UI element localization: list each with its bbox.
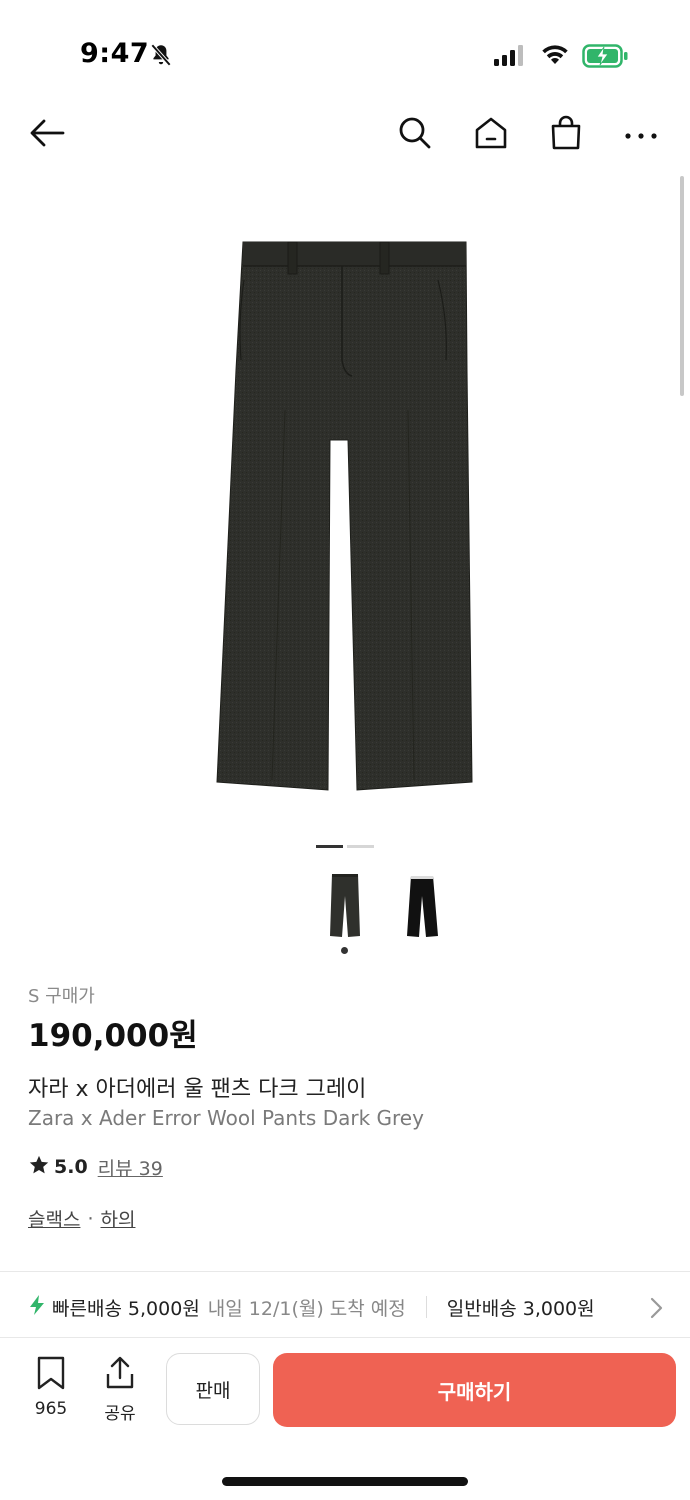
- category-separator: ·: [87, 1207, 94, 1230]
- chevron-right-icon[interactable]: [648, 1296, 664, 1324]
- share-icon: [104, 1356, 136, 1395]
- bookmark-icon: [35, 1356, 67, 1395]
- wifi-icon: [540, 42, 570, 70]
- share-label: 공유: [104, 1404, 136, 1424]
- product-image-carousel[interactable]: [0, 170, 690, 830]
- carousel-indicator-active: [316, 845, 343, 848]
- fast-delivery-eta: 내일 12/1(월) 도착 예정: [207, 1297, 406, 1320]
- product-name-korean: 자라 x 아더에러 울 팬츠 다크 그레이: [28, 1077, 367, 1102]
- battery-charging-icon: [582, 43, 630, 73]
- home-icon: [473, 115, 509, 155]
- bell-muted-icon: [148, 42, 174, 72]
- more-button[interactable]: [616, 110, 666, 160]
- sell-button[interactable]: 판매: [166, 1353, 260, 1425]
- shopping-bag-icon: [548, 115, 584, 155]
- rating-row: 5.0 리뷰 39: [28, 1153, 163, 1181]
- home-indicator[interactable]: [222, 1477, 468, 1486]
- product-name-english: Zara x Ader Error Wool Pants Dark Grey: [28, 1106, 424, 1130]
- category-link-slacks[interactable]: 슬랙스: [28, 1205, 80, 1232]
- bookmark-count: 965: [34, 1399, 68, 1419]
- cart-button[interactable]: [541, 110, 591, 160]
- divider: [0, 1337, 690, 1338]
- more-horizontal-icon: [624, 126, 658, 145]
- product-image-pants: [216, 241, 473, 791]
- bookmark-button[interactable]: 965: [28, 1356, 74, 1419]
- selected-thumbnail-dot: [341, 947, 348, 954]
- thumbnail-black[interactable]: [398, 870, 448, 945]
- page-scrollbar[interactable]: [680, 176, 684, 396]
- home-button[interactable]: [466, 110, 516, 160]
- fast-delivery-label: 빠른배송: [52, 1297, 122, 1320]
- normal-delivery-label: 일반배송 3,000원: [446, 1297, 595, 1320]
- search-icon: [397, 115, 433, 155]
- back-button[interactable]: [22, 110, 72, 160]
- buy-button[interactable]: 구매하기: [273, 1353, 676, 1427]
- price: 190,000원: [28, 1018, 198, 1054]
- rating-score: 5.0: [54, 1156, 88, 1178]
- search-button[interactable]: [390, 110, 440, 160]
- category-breadcrumb: 슬랙스 · 하의: [28, 1205, 135, 1232]
- delivery-options-row[interactable]: 빠른배송 5,000원 내일 12/1(월) 도착 예정 일반배송 3,000원: [28, 1293, 595, 1321]
- signal-icon: [494, 44, 526, 70]
- delivery-separator: [425, 1296, 427, 1318]
- divider: [0, 1271, 690, 1272]
- size-price-label: S 구매가: [28, 986, 95, 1007]
- category-link-bottoms[interactable]: 하의: [101, 1205, 136, 1232]
- review-link[interactable]: 리뷰 39: [98, 1154, 163, 1181]
- fast-delivery-fee: 5,000원: [127, 1297, 200, 1320]
- lightning-icon: [28, 1294, 46, 1321]
- status-time: 9:47: [80, 38, 150, 69]
- share-button[interactable]: 공유: [98, 1356, 142, 1424]
- thumbnail-dark-grey[interactable]: [320, 870, 370, 945]
- star-icon: [28, 1154, 50, 1181]
- carousel-indicator: [347, 845, 374, 848]
- arrow-left-icon: [27, 117, 67, 153]
